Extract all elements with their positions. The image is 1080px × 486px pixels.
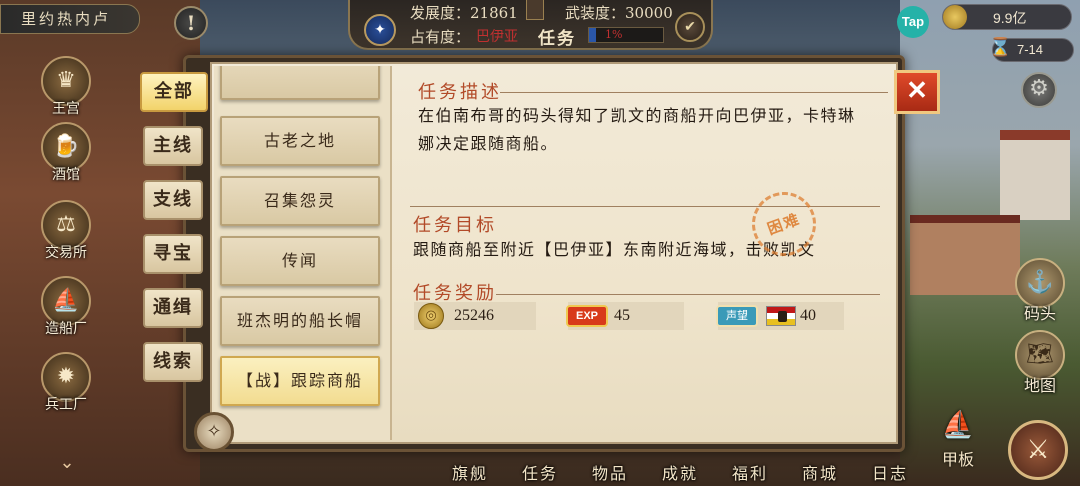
reputation-reward-value: 40 <box>800 307 816 324</box>
bottom-nav-item[interactable]: 任务 <box>522 460 558 484</box>
left-nav-item[interactable]: ♛ 王宫 <box>36 56 96 118</box>
quest-list-item[interactable]: 不平的克拉 <box>220 66 380 100</box>
alert-icon[interactable]: ! <box>174 6 208 40</box>
deck-label: 甲板 <box>941 450 974 469</box>
category-tab[interactable]: 支线 <box>143 180 203 220</box>
gold-reward: ◎ 25246 <box>414 302 536 330</box>
date-value: 7-14 <box>1017 42 1044 57</box>
divider <box>496 294 880 295</box>
exp-reward: EXP 45 <box>566 302 684 330</box>
building <box>1000 130 1070 220</box>
taptap-button[interactable]: Tap <box>897 6 929 38</box>
gold-coin-icon <box>943 5 967 29</box>
bottom-nav-item[interactable]: 日志 <box>872 460 908 484</box>
deck-button[interactable]: ⛵ 甲板 <box>928 410 988 470</box>
development-stat: 发展度：21861 <box>410 4 518 22</box>
category-tab[interactable]: 寻宝 <box>143 234 203 274</box>
armament-stat: 武装度：30000 <box>565 4 673 22</box>
exp-reward-value: 45 <box>614 307 630 324</box>
close-icon[interactable]: ✕ <box>894 70 940 114</box>
reputation-reward: 声望 40 <box>716 302 844 330</box>
right-nav-item[interactable]: 🗺 地图 <box>1010 330 1070 396</box>
left-nav-item[interactable]: 🍺 酒馆 <box>36 122 96 184</box>
gold-counter[interactable]: 9.9亿 <box>942 4 1072 30</box>
hourglass-icon: ⌛ <box>989 37 1012 58</box>
bottom-nav-item[interactable]: 物品 <box>592 460 628 484</box>
quest-list-item[interactable]: 【战】跟踪商船 <box>220 356 380 406</box>
settings-gear-icon[interactable]: ⚙ <box>1021 72 1057 108</box>
gold-value: 9.9亿 <box>993 10 1027 26</box>
progress-text: 1% <box>605 28 623 41</box>
chevron-down-icon[interactable]: ⌄ <box>50 452 84 482</box>
shield-icon <box>526 0 544 20</box>
quest-list-item[interactable]: 传闻 <box>220 236 380 286</box>
description-title: 任务描述 <box>418 82 502 103</box>
left-nav-label: 兵工厂 <box>45 397 87 413</box>
left-nav-label: 酒馆 <box>52 167 80 183</box>
right-nav-label: 地图 <box>1023 376 1056 395</box>
crossed-swords-button[interactable]: ⚔ <box>1008 420 1068 480</box>
building <box>910 215 1020 295</box>
nation-flag-icon <box>766 306 796 326</box>
divider <box>500 92 888 93</box>
right-nav-item[interactable]: ⚓ 码头 <box>1010 258 1070 324</box>
left-nav-label: 王宫 <box>52 101 80 117</box>
location-name[interactable]: 里约热内卢 <box>0 4 140 34</box>
exp-badge-icon: EXP <box>566 305 608 327</box>
quest-list-item[interactable]: 古老之地 <box>220 116 380 166</box>
occupancy-progress-bar: 1% <box>588 27 664 43</box>
reputation-badge-icon: 声望 <box>716 305 758 327</box>
bottom-nav-item[interactable]: 福利 <box>732 460 768 484</box>
objective-title: 任务目标 <box>413 215 497 236</box>
quest-list[interactable]: 不平的克拉古老之地召集怨灵传闻班杰明的船长帽【战】跟踪商船 <box>214 66 392 440</box>
category-tab[interactable]: 通缉 <box>143 288 203 328</box>
left-nav-label: 交易所 <box>45 245 87 261</box>
category-tab[interactable]: 全部 <box>140 72 208 112</box>
dove-emblem-icon: ✦ <box>364 14 396 46</box>
checkmark-icon[interactable]: ✔ <box>675 12 705 42</box>
left-nav-label: 造船厂 <box>45 321 87 337</box>
city-stats-bar: ✦ 发展度：21861 武装度：30000 占有度： 巴伊亚 任务 1% ✔ <box>348 0 713 50</box>
category-tab[interactable]: 线索 <box>143 342 203 382</box>
left-nav-item[interactable]: ⛵ 造船厂 <box>36 276 96 338</box>
quest-list-item[interactable]: 班杰明的船长帽 <box>220 296 380 346</box>
description-text: 在伯南布哥的码头得知了凯文的商船开向巴伊亚，卡特琳娜决定跟随商船。 <box>418 106 856 153</box>
occupancy-value: 巴伊亚 <box>476 29 518 45</box>
bottom-nav-item[interactable]: 商城 <box>802 460 838 484</box>
gold-coin-icon: ◎ <box>418 303 444 329</box>
galleon-icon: ⛵ <box>941 410 975 440</box>
progress-fill <box>589 28 597 42</box>
occupancy-label: 占有度： <box>410 28 471 46</box>
bottom-nav-item[interactable]: 成就 <box>662 460 698 484</box>
category-tab[interactable]: 主线 <box>143 126 203 166</box>
bottom-nav-item[interactable]: 旗舰 <box>452 460 488 484</box>
quest-list-item[interactable]: 召集怨灵 <box>220 176 380 226</box>
right-nav-label: 码头 <box>1023 304 1056 323</box>
date-display: ⌛ 7-14 <box>989 37 1074 62</box>
left-nav-item[interactable]: ⚖ 交易所 <box>36 200 96 262</box>
compass-icon[interactable]: ✧ <box>194 412 234 452</box>
gold-reward-value: 25246 <box>454 307 494 324</box>
panel-title: 任务 <box>538 29 576 49</box>
left-nav-item[interactable]: ✹ 兵工厂 <box>36 352 96 414</box>
